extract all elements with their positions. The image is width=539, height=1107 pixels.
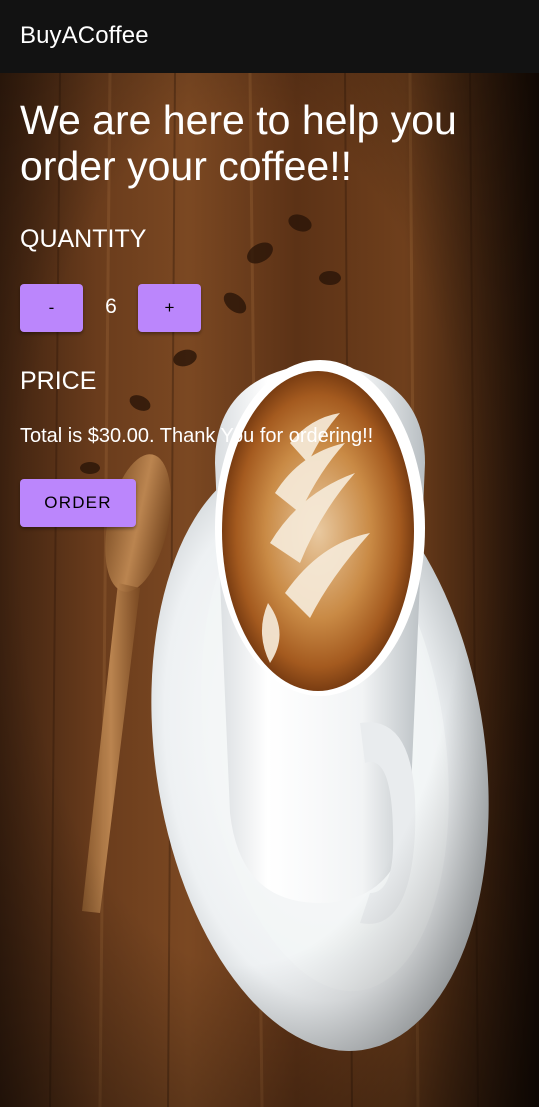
quantity-value: 6 (105, 295, 117, 318)
app-title: BuyACoffee (20, 22, 149, 49)
price-label: PRICE (20, 367, 97, 395)
increment-button[interactable]: + (138, 284, 201, 332)
order-summary-text: Total is $30.00. Thank You for ordering!… (20, 425, 374, 447)
app-screen: BuyACoffee We are here to help you order… (0, 0, 539, 1107)
quantity-label: QUANTITY (20, 225, 147, 253)
decrement-button[interactable]: - (20, 284, 83, 332)
app-bar: BuyACoffee (0, 0, 539, 73)
main-content: We are here to help you order your coffe… (0, 73, 539, 1107)
headline: We are here to help you order your coffe… (20, 97, 457, 189)
order-button[interactable]: ORDER (20, 479, 136, 527)
